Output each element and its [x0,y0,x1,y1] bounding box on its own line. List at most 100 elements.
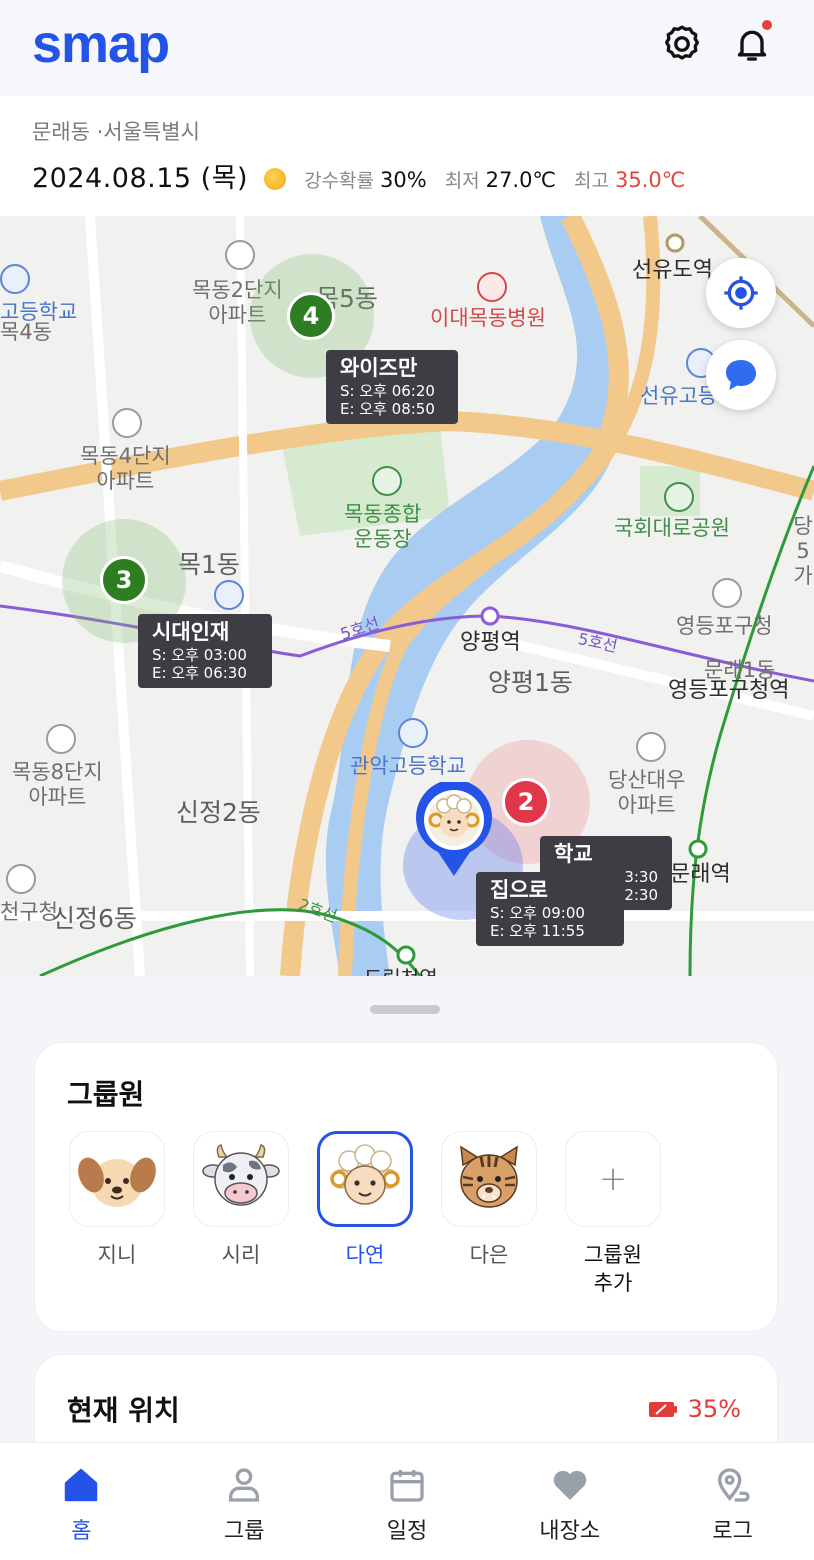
map-label-yeongdeungpo-office: 영등포구청 [676,614,773,638]
map-label-dorim: 도림천역 [364,966,438,976]
map-label-dangsan-apt: 당산대우 아파트 [608,768,686,817]
member-name: 시리 [221,1243,261,1267]
members-title: 그룹원 [67,1078,145,1111]
current-location-title: 현재 위치 [67,1394,180,1427]
map-label-stadium: 목동종합 운동장 [344,502,422,551]
tooltip-start: S: 오후 09:00 [490,904,585,922]
nav-home[interactable]: 홈 [0,1443,163,1560]
map-label-yangpyeong-station: 양평역 [460,630,521,655]
nav-group[interactable]: 그룹 [163,1443,326,1560]
nav-label: 그룹 [223,1519,265,1544]
member-item-jini[interactable]: 지니 [69,1131,165,1297]
weather-row: 2024.08.15 (목) 강수확률 30% 최저 27.0℃ 최고 35.0… [32,156,685,195]
nav-log[interactable]: 로그 [651,1443,814,1560]
nav-label: 로그 [712,1519,753,1544]
cluster-marker[interactable]: 4 [287,292,335,340]
nav-label: 일정 [386,1519,428,1544]
map-label-mokdong4: 목동4단지 아파트 [80,444,171,493]
map-label-mullae-station: 문래역 [670,862,731,887]
app-logo: smap [32,14,170,74]
min-temp-label: 최저 [444,170,480,192]
map-view[interactable]: 목동2단지 아파트 목5동 이대목동병원 선유도역 선유고등 고등학교 목4동 … [0,216,814,976]
map-label-gwanak-high: 관악고등학교 [350,754,466,778]
schedule-tooltip[interactable]: 와이즈만 S: 오후 06:20 E: 오후 08:50 [326,350,458,424]
map-label-gucheong: 천구청 [0,900,58,924]
hospital-icon [477,272,507,302]
map-label-yeongdeungpo-station: 영등포구청역 [668,678,790,703]
tooltip-start: S: 오후 06:20 [340,382,435,400]
member-location-pin[interactable] [414,779,494,878]
tiger-avatar-icon [460,1145,518,1208]
map-label-mokdong8: 목동8단지 아파트 [12,760,103,809]
member-item-dayeon[interactable]: 다연 [317,1131,413,1297]
add-member-item[interactable]: + 그룹원 추가 [565,1131,661,1297]
battery-status: 35% [648,1395,741,1423]
shop-icon [214,580,244,610]
member-name: 다연 [345,1243,385,1267]
member-item-daeun[interactable]: 다은 [441,1131,537,1297]
rain-value: 30% [380,168,427,192]
government-icon [712,578,742,608]
tooltip-start: S: 오후 03:00 [152,646,247,664]
schedule-tooltip[interactable]: 시대인재 S: 오후 03:00 E: 오후 06:30 [138,614,272,688]
sheet-drag-handle[interactable] [370,1005,440,1014]
date-text: 2024.08.15 (목) [32,163,249,194]
group-members-card: 그룹원 지니 시리 다연 다은 + 그룹원 추가 [34,1042,778,1332]
member-avatar-selected[interactable] [317,1131,413,1227]
my-location-button[interactable] [706,258,776,328]
cluster-marker[interactable]: 2 [502,778,550,826]
member-name: 다은 [469,1243,509,1267]
government-icon [6,864,36,894]
sun-icon [264,168,287,190]
tooltip-end: E: 오후 06:30 [152,664,247,682]
map-label-mok4: 목4동 [0,320,53,344]
app-screen: smap 문래동 ·서울특별시 2024.08.15 (목) 강수확률 30% … [0,0,814,1560]
settings-button[interactable] [658,20,706,68]
cow-avatar-icon [202,1144,280,1206]
crosshair-icon [724,276,758,310]
rain-label: 강수확률 [304,170,375,192]
battery-low-icon [648,1402,677,1417]
schedule-tooltip[interactable]: 집으로 S: 오후 09:00 E: 오후 11:55 [476,872,624,946]
map-label-sinjeong6: 신정6동 [52,904,137,933]
tooltip-end: E: 오후 08:50 [340,400,435,418]
school-icon [398,718,428,748]
apartment-icon [225,240,255,270]
members-list: 지니 시리 다연 다은 + 그룹원 추가 [69,1131,661,1297]
chat-button[interactable] [706,340,776,410]
tooltip-title: 학교 [554,842,593,866]
cluster-marker[interactable]: 3 [100,556,148,604]
bottom-navigation: 홈 그룹 일정 내장소 로그 [0,1442,814,1560]
notification-dot [762,20,772,30]
nav-schedule[interactable]: 일정 [326,1443,489,1560]
max-temp-label: 최고 [574,170,609,192]
notification-button[interactable] [728,20,776,68]
member-item-siri[interactable]: 시리 [193,1131,289,1297]
max-temp-value: 35.0℃ [614,168,686,192]
apartment-icon [46,724,76,754]
member-avatar[interactable] [69,1131,165,1227]
map-label-sinjeong2: 신정2동 [176,798,261,827]
stadium-icon [372,466,402,496]
gear-icon [664,25,700,60]
bell-icon [737,30,767,61]
nav-label: 내장소 [539,1519,601,1544]
add-member-button[interactable]: + [565,1131,661,1227]
battery-percent: 35% [687,1395,741,1423]
tooltip-title: 집으로 [490,878,548,902]
location-pin-icon [416,779,492,876]
map-label-mok1dong: 목1동 [178,550,240,579]
member-avatar[interactable] [441,1131,537,1227]
location-weather-bar: 문래동 ·서울특별시 2024.08.15 (목) 강수확률 30% 최저 27… [0,96,814,216]
map-label-national-park: 국회대로공원 [614,516,730,540]
map-label-seonyudo: 선유도역 [632,258,713,283]
heart-icon [553,1470,587,1500]
chat-bubble-icon [726,360,756,390]
plus-icon: + [598,1159,628,1199]
location-route-icon [717,1468,750,1502]
nav-my-places[interactable]: 내장소 [488,1443,651,1560]
member-avatar[interactable] [193,1131,289,1227]
tooltip-title: 와이즈만 [340,356,418,380]
tooltip-end: E: 오후 11:55 [490,922,585,940]
school-icon [0,264,30,294]
